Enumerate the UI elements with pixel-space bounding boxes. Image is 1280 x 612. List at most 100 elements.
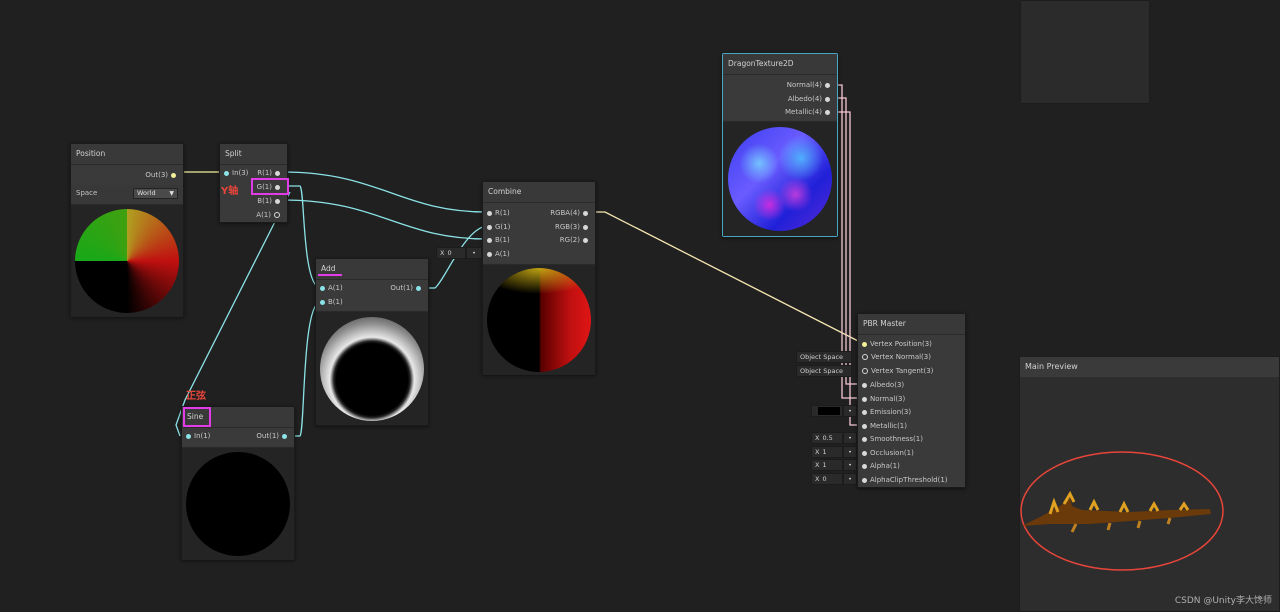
vertex-normal-space-value: Object Space [800, 353, 844, 361]
add-in-b-port[interactable] [320, 299, 325, 305]
pbr-in-metallic-port[interactable] [862, 423, 867, 429]
pbr-in-normal-port[interactable] [862, 396, 867, 402]
split-out-a-port[interactable] [274, 212, 280, 218]
pbr-in-alpha-label: Alpha(1) [870, 462, 900, 470]
combine-in-a-label: A(1) [495, 250, 510, 258]
bullet-icon: • [848, 434, 852, 442]
pbr-in-emission-port[interactable] [862, 409, 867, 415]
add-node-title: Add [316, 259, 428, 280]
bullet-icon: • [848, 407, 852, 415]
pbr-master-title: PBR Master [858, 314, 965, 335]
alpha-clip-field[interactable]: X0 [811, 473, 843, 485]
wire-split-b-combine-b [281, 199, 488, 240]
pbr-in-smoothness-port[interactable] [862, 436, 867, 442]
texture-out-normal-port[interactable] [825, 82, 830, 88]
vertex-normal-space-field[interactable]: Object Space [796, 351, 852, 363]
pbr-in-occlusion-label: Occlusion(1) [870, 449, 914, 457]
sine-in-port[interactable] [186, 433, 191, 439]
alpha-clip-axis-label: X [815, 475, 820, 483]
emission-color-field[interactable] [811, 405, 843, 417]
sine-in-label: In(1) [194, 432, 211, 440]
smoothness-axis-label: X [815, 434, 820, 442]
dragon-texture-node[interactable]: DragonTexture2D Normal(4) Albedo(4) Meta… [722, 53, 838, 237]
bullet-icon: • [848, 475, 852, 483]
annotation-box-split-g [251, 178, 289, 195]
dragon-texture-title: DragonTexture2D [723, 54, 837, 75]
main-preview-panel[interactable]: Main Preview [1019, 356, 1280, 612]
dragon-texture-preview [723, 121, 837, 236]
sine-out-port[interactable] [282, 433, 287, 439]
add-out-port[interactable] [416, 285, 421, 291]
dragon-texture-sphere [728, 127, 832, 231]
pbr-in-vertex-normal-port[interactable] [862, 354, 868, 360]
occlusion-value: 1 [822, 448, 827, 456]
vertex-tangent-space-field[interactable]: Object Space [796, 365, 852, 377]
position-preview [71, 204, 183, 317]
split-in-label: In(3) [232, 169, 249, 177]
texture-out-metallic-port[interactable] [825, 109, 830, 115]
add-node[interactable]: Add A(1) B(1) Out(1) [315, 258, 429, 426]
combine-out-rgb-label: RGB(3) [554, 223, 580, 231]
pbr-in-vertex-position-label: Vertex Position(3) [870, 340, 932, 348]
dragon-model-preview [1020, 451, 1224, 571]
combine-node[interactable]: Combine R(1) G(1) B(1) A(1) RGBA(4) RGB(… [482, 181, 596, 375]
split-out-r-port[interactable] [275, 170, 280, 176]
position-space-dropdown[interactable]: World ▼ [133, 188, 178, 199]
sine-node[interactable]: Sine In(1) Out(1) [181, 406, 295, 560]
add-in-a-port[interactable] [320, 285, 325, 291]
emission-connector: • [843, 405, 857, 417]
split-out-b-port[interactable] [275, 198, 280, 204]
alpha-axis-label: X [815, 461, 820, 469]
split-in-port[interactable] [224, 170, 229, 176]
combine-in-b-port[interactable] [487, 237, 492, 243]
split-node-title: Split [220, 144, 287, 165]
pbr-in-vertex-tangent-label: Vertex Tangent(3) [871, 367, 934, 375]
pbr-in-normal-label: Normal(3) [870, 395, 906, 403]
pbr-in-alpha-clip-port[interactable] [862, 477, 867, 483]
blackboard-panel[interactable] [1020, 0, 1150, 104]
pbr-in-occlusion-port[interactable] [862, 450, 867, 456]
main-preview-title: Main Preview [1020, 357, 1279, 377]
smoothness-connector: • [843, 432, 857, 444]
combine-a-connector: • [466, 247, 482, 259]
combine-out-rg-label: RG(2) [559, 236, 580, 244]
occlusion-connector: • [843, 446, 857, 458]
combine-in-a-port[interactable] [487, 251, 492, 257]
combine-out-rgb-port[interactable] [583, 224, 588, 230]
bullet-icon: • [848, 461, 852, 469]
main-preview-viewport[interactable] [1020, 378, 1279, 611]
combine-in-r-label: R(1) [495, 209, 510, 217]
combine-preview [483, 264, 595, 375]
texture-out-albedo-label: Albedo(4) [787, 95, 822, 103]
alpha-value: 1 [822, 461, 827, 469]
pbr-in-vertex-tangent-port[interactable] [862, 368, 868, 374]
pbr-in-emission-label: Emission(3) [870, 408, 912, 416]
annotation-underline-add [318, 274, 342, 276]
sine-out-label: Out(1) [256, 432, 279, 440]
occlusion-field[interactable]: X1 [811, 446, 843, 458]
combine-in-r-port[interactable] [487, 210, 492, 216]
alpha-clip-value: 0 [822, 475, 827, 483]
pbr-in-vertex-position-port[interactable] [862, 341, 867, 347]
occlusion-axis-label: X [815, 448, 820, 456]
alpha-clip-connector: • [843, 473, 857, 485]
combine-out-rgba-port[interactable] [583, 210, 588, 216]
position-out-port[interactable] [171, 172, 176, 178]
position-node[interactable]: Position Out(3) Space World ▼ [70, 143, 184, 317]
alpha-field[interactable]: X1 [811, 459, 843, 471]
combine-a-default-field[interactable]: X0 [436, 247, 466, 259]
combine-in-g-port[interactable] [487, 224, 492, 230]
texture-out-albedo-port[interactable] [825, 96, 830, 102]
add-in-b-label: B(1) [328, 298, 343, 306]
combine-in-b-label: B(1) [495, 236, 510, 244]
smoothness-field[interactable]: X 0.5 [811, 432, 843, 444]
pbr-in-albedo-port[interactable] [862, 382, 867, 388]
pbr-master-node[interactable]: PBR Master Vertex Position(3) Vertex Nor… [857, 313, 966, 488]
pbr-in-albedo-label: Albedo(3) [870, 381, 905, 389]
alpha-connector: • [843, 459, 857, 471]
combine-out-rg-port[interactable] [583, 237, 588, 243]
pbr-in-alpha-port[interactable] [862, 463, 867, 469]
add-preview-sphere [320, 316, 424, 421]
combine-in-g-label: G(1) [495, 223, 511, 231]
combine-a-axis-label: X [440, 249, 445, 257]
